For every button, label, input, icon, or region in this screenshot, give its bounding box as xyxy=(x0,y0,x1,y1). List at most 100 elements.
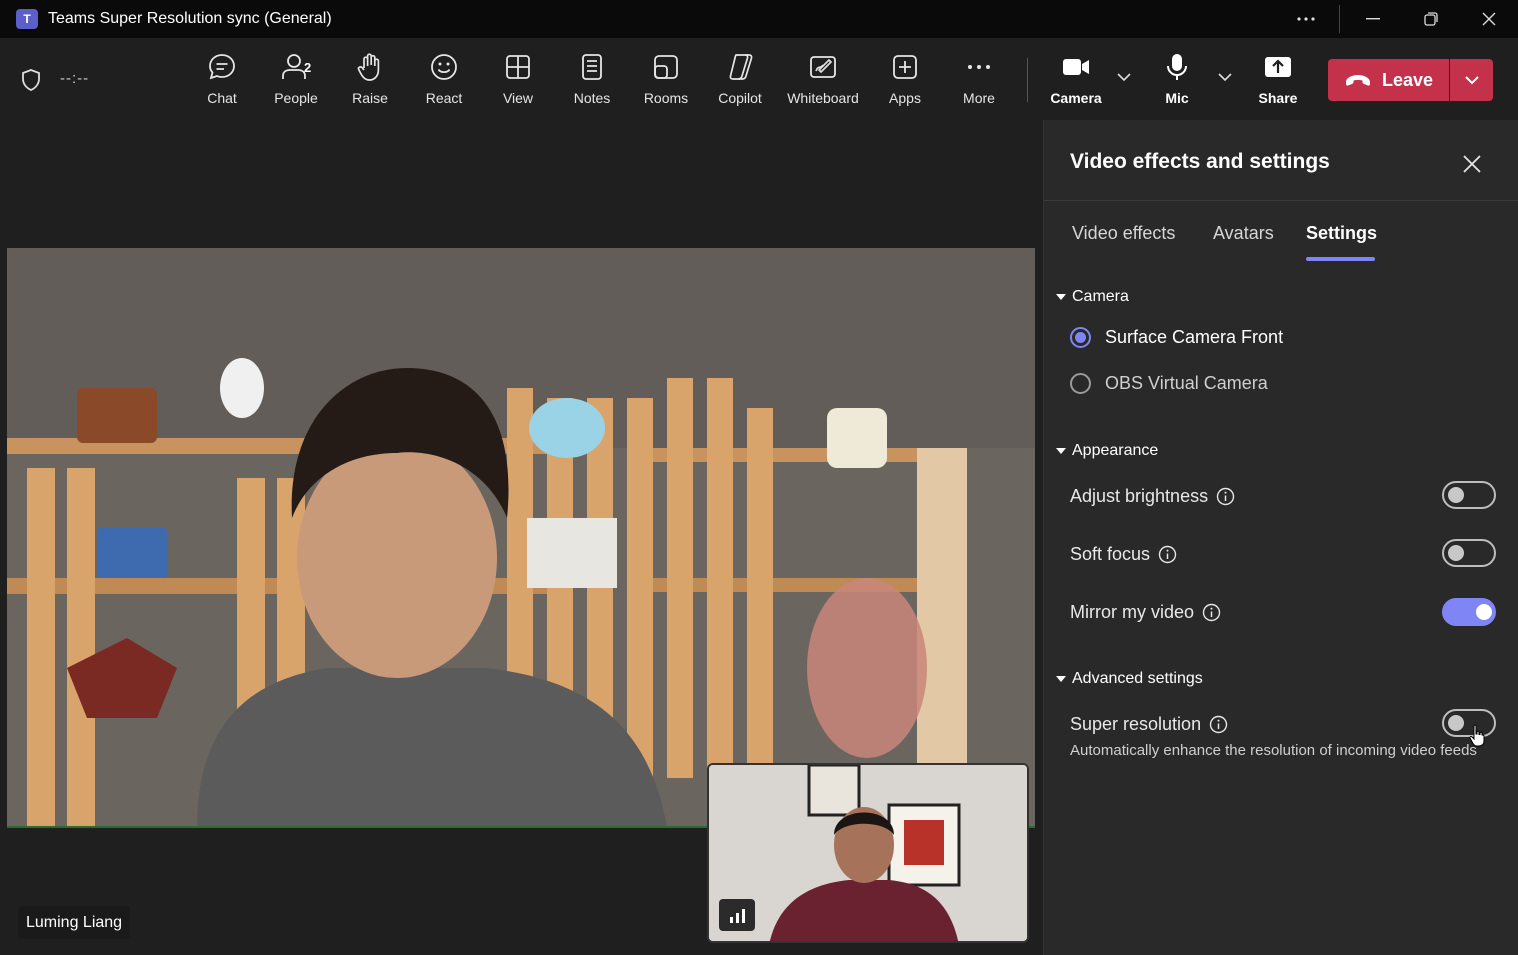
copilot-button[interactable]: Copilot xyxy=(705,52,775,112)
self-video-image xyxy=(709,765,1027,941)
info-icon[interactable] xyxy=(1209,715,1228,734)
mic-options-chevron-icon[interactable] xyxy=(1216,68,1234,86)
shield-icon[interactable] xyxy=(20,68,42,97)
camera-section-header[interactable]: Camera xyxy=(1056,288,1129,306)
whiteboard-button[interactable]: Whiteboard xyxy=(787,52,859,112)
title-separator xyxy=(1339,5,1340,33)
minimize-icon[interactable] xyxy=(1344,0,1402,38)
info-icon[interactable] xyxy=(1216,487,1235,506)
close-icon[interactable] xyxy=(1460,0,1518,38)
whiteboard-icon xyxy=(810,56,836,78)
main-video-feed xyxy=(7,248,1035,828)
react-button[interactable]: React xyxy=(409,52,479,112)
restore-icon[interactable] xyxy=(1402,0,1460,38)
whiteboard-label: Whiteboard xyxy=(787,90,859,106)
appearance-section-header[interactable]: Appearance xyxy=(1056,442,1158,460)
super-resolution-label: Super resolution xyxy=(1070,714,1202,734)
info-icon[interactable] xyxy=(1202,603,1221,622)
share-button[interactable]: Share xyxy=(1243,52,1313,112)
toolbar-separator xyxy=(1027,58,1028,102)
share-icon xyxy=(1265,57,1291,77)
mic-label: Mic xyxy=(1165,90,1189,106)
window-controls xyxy=(1277,0,1518,38)
copilot-icon xyxy=(729,54,753,80)
more-label: More xyxy=(963,90,995,106)
camera-option-surface[interactable]: Surface Camera Front xyxy=(1070,327,1283,348)
appearance-section-label: Appearance xyxy=(1072,442,1159,459)
tab-video-effects[interactable]: Video effects xyxy=(1072,223,1175,244)
apps-icon xyxy=(893,55,917,79)
panel-title: Video effects and settings xyxy=(1070,150,1330,173)
network-signal-icon[interactable] xyxy=(719,899,755,931)
participant-name-tag: Luming Liang xyxy=(18,906,131,939)
raise-hand-button[interactable]: Raise xyxy=(335,52,405,112)
view-label: View xyxy=(502,90,534,106)
chevron-down-icon xyxy=(1464,76,1479,85)
leave-button[interactable]: Leave xyxy=(1328,59,1449,101)
view-button[interactable]: View xyxy=(483,52,553,112)
meeting-stage: Luming Liang xyxy=(0,120,1043,955)
raise-label: Raise xyxy=(352,90,388,106)
meeting-toolbar: --:-- Chat 2 People Raise React View Not… xyxy=(0,38,1518,120)
hand-cursor-icon xyxy=(1469,724,1485,747)
rooms-label: Rooms xyxy=(643,90,689,106)
rooms-icon xyxy=(654,55,678,79)
radio-unselected-icon[interactable] xyxy=(1070,373,1091,394)
hang-up-icon xyxy=(1345,75,1370,86)
ellipsis-icon[interactable] xyxy=(1277,0,1335,38)
self-video-preview[interactable] xyxy=(707,763,1029,943)
mirror-video-label: Mirror my video xyxy=(1070,602,1195,622)
view-grid-icon xyxy=(506,55,530,79)
camera-button[interactable]: Camera xyxy=(1041,52,1111,112)
mic-button[interactable]: Mic xyxy=(1142,52,1212,112)
active-tab-indicator xyxy=(1306,257,1375,261)
soft-focus-toggle[interactable] xyxy=(1442,539,1496,567)
leave-options-button[interactable] xyxy=(1450,59,1493,101)
react-icon xyxy=(431,54,457,80)
mirror-video-toggle[interactable] xyxy=(1442,598,1496,626)
people-label: People xyxy=(274,90,318,106)
meeting-timer: --:-- xyxy=(60,70,90,87)
radio-selected-icon[interactable] xyxy=(1070,327,1091,348)
info-icon[interactable] xyxy=(1158,545,1177,564)
advanced-section-label: Advanced settings xyxy=(1072,670,1203,687)
apps-button[interactable]: Apps xyxy=(870,52,940,112)
camera-option-obs[interactable]: OBS Virtual Camera xyxy=(1070,373,1268,394)
camera-label: Camera xyxy=(1050,90,1102,106)
teams-logo-icon: T xyxy=(16,9,38,29)
react-label: React xyxy=(425,90,463,106)
adjust-brightness-toggle[interactable] xyxy=(1442,481,1496,509)
participant-video-image xyxy=(7,248,1035,826)
more-icon xyxy=(968,65,990,69)
camera-options-chevron-icon[interactable] xyxy=(1115,68,1133,86)
collapse-triangle-icon xyxy=(1056,294,1066,300)
camera-option-label: Surface Camera Front xyxy=(1105,327,1284,347)
video-settings-panel: Video effects and settings Video effects… xyxy=(1043,120,1518,955)
window-title: Teams Super Resolution sync (General) xyxy=(48,10,332,27)
copilot-label: Copilot xyxy=(718,90,762,106)
chat-button[interactable]: Chat xyxy=(187,52,257,112)
notes-button[interactable]: Notes xyxy=(557,52,627,112)
tab-avatars[interactable]: Avatars xyxy=(1213,223,1274,244)
people-button[interactable]: 2 People xyxy=(261,52,331,112)
raise-hand-icon xyxy=(357,53,380,81)
super-resolution-description: Automatically enhance the resolution of … xyxy=(1070,742,1477,759)
people-count-badge: 2 xyxy=(304,60,312,75)
collapse-triangle-icon xyxy=(1056,676,1066,682)
advanced-section-header[interactable]: Advanced settings xyxy=(1056,670,1203,688)
camera-section-label: Camera xyxy=(1072,288,1129,305)
adjust-brightness-setting: Adjust brightness xyxy=(1070,486,1235,507)
notes-label: Notes xyxy=(573,90,611,106)
microphone-icon xyxy=(1167,54,1187,80)
share-label: Share xyxy=(1258,90,1298,106)
title-bar: T Teams Super Resolution sync (General) xyxy=(0,0,1518,38)
tab-settings[interactable]: Settings xyxy=(1306,223,1377,244)
soft-focus-setting: Soft focus xyxy=(1070,544,1177,565)
chat-icon xyxy=(209,54,235,80)
notes-icon xyxy=(582,54,602,80)
more-button[interactable]: More xyxy=(944,52,1014,112)
rooms-button[interactable]: Rooms xyxy=(631,52,701,112)
camera-icon xyxy=(1063,59,1089,75)
mirror-video-setting: Mirror my video xyxy=(1070,602,1221,623)
close-panel-icon[interactable] xyxy=(1460,152,1484,176)
